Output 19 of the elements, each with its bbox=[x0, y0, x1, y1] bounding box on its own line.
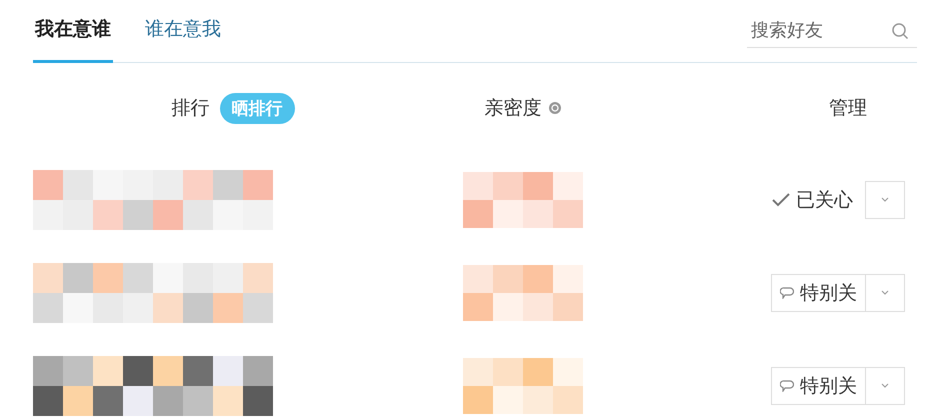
manage-header: 管理 bbox=[829, 96, 867, 121]
tab[interactable]: 谁在意我 bbox=[143, 16, 223, 63]
special-care-button[interactable]: 特别关 bbox=[771, 274, 865, 312]
rank-header: 排行 bbox=[172, 96, 210, 121]
tab[interactable]: 我在意谁 bbox=[33, 16, 113, 63]
dropdown-button[interactable] bbox=[865, 180, 905, 218]
chat-icon bbox=[780, 286, 794, 298]
followed-status: 已关心 bbox=[796, 188, 853, 212]
special-care-button[interactable]: 特别关 bbox=[771, 366, 865, 404]
chat-icon bbox=[780, 380, 794, 392]
help-icon[interactable] bbox=[548, 101, 562, 115]
check-icon bbox=[772, 192, 790, 206]
caret-icon bbox=[881, 197, 889, 202]
caret-icon bbox=[881, 383, 889, 388]
dropdown-button[interactable] bbox=[865, 366, 905, 404]
dropdown-button[interactable] bbox=[865, 274, 905, 312]
intimacy-header: 亲密度 bbox=[484, 96, 542, 121]
search-icon bbox=[891, 22, 909, 40]
caret-icon bbox=[881, 290, 889, 295]
